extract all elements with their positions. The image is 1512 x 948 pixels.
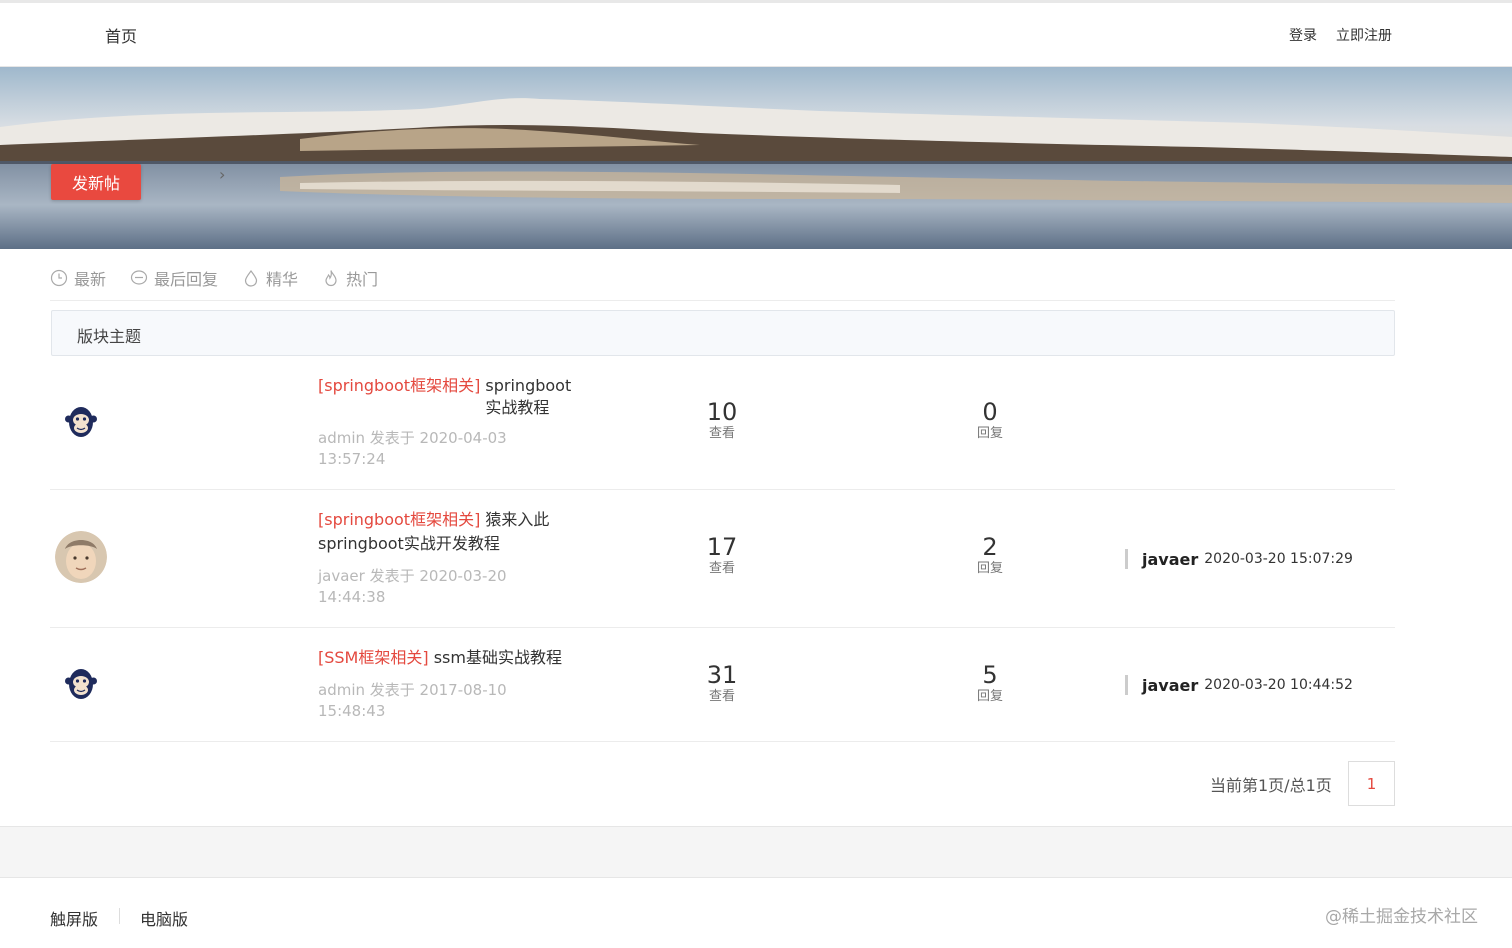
thread-author-date: javaer 发表于 2020-03-20: [318, 567, 507, 585]
flame-icon: [325, 270, 337, 287]
last-reply-marker: [1125, 675, 1128, 695]
landscape-banner-image: [0, 67, 1512, 249]
page-number-button[interactable]: 1: [1348, 761, 1395, 806]
replies-number: 0: [982, 398, 998, 426]
replies-label: 回复: [976, 689, 1003, 704]
divider: [50, 300, 1395, 301]
replies-number: 5: [982, 661, 998, 689]
forum-banner: › ›: [0, 67, 1512, 249]
filter-last-reply[interactable]: 最后回复: [130, 266, 218, 290]
thread-author-meta: javaer 发表于 2020-03-20 14:44:38: [318, 566, 507, 608]
views-label: 查看: [708, 689, 735, 704]
thread-title-link[interactable]: [springboot框架相关] 猿来入此 springboot实战开发教程: [318, 509, 618, 555]
thread-title-text: springboot 实战教程: [485, 375, 575, 419]
last-reply-info: javaer 2020-03-20 15:07:29: [1125, 549, 1353, 569]
section-title: 版块主题: [77, 327, 142, 346]
thread-title-line: 实战教程: [485, 398, 550, 417]
thread-title-line: 猿来入此: [485, 510, 550, 529]
views-label: 查看: [708, 561, 735, 576]
replies-label: 回复: [976, 561, 1003, 576]
section-header: 版块主题: [51, 310, 1395, 356]
thread-author-meta: admin 发表于 2017-08-10 15:48:43: [318, 680, 507, 722]
drop-icon: [244, 270, 258, 287]
thread-author-time: 14:44:38: [318, 588, 386, 606]
thread-author-date: admin 发表于 2017-08-10: [318, 681, 507, 699]
last-reply-user[interactable]: javaer: [1142, 676, 1198, 695]
monkey-avatar-icon[interactable]: [55, 656, 107, 708]
thread-filter-tabs: 最新 最后回复 精华 热门: [50, 266, 402, 290]
thread-category[interactable]: [springboot框架相关]: [318, 376, 480, 395]
nav-home-link[interactable]: 首页: [105, 23, 137, 47]
replies-count: 0 回复: [950, 398, 1030, 442]
filter-hot[interactable]: 热门: [322, 266, 378, 290]
thread-author-time: 13:57:24: [318, 450, 386, 468]
login-link[interactable]: 登录: [1289, 25, 1317, 45]
replies-count: 5 回复: [950, 661, 1030, 705]
clock-icon: [50, 269, 68, 287]
breadcrumb-chevron-icon: ›: [219, 165, 226, 184]
filter-latest[interactable]: 最新: [50, 266, 106, 290]
thread-title-link[interactable]: [springboot框架相关] springboot 实战教程: [318, 375, 588, 419]
thread-title-line: springboot: [485, 376, 572, 395]
thread-author-time: 15:48:43: [318, 702, 386, 720]
pagination-status: 当前第1页/总1页: [1210, 776, 1332, 795]
filter-label: 精华: [266, 270, 299, 289]
replies-label: 回复: [976, 426, 1003, 441]
thread-title-line: ssm基础实战教程: [433, 648, 562, 667]
watermark-text: @稀土掘金技术社区: [1325, 907, 1478, 927]
user-photo-avatar-icon[interactable]: [55, 531, 107, 583]
filter-label: 热门: [346, 270, 379, 289]
views-number: 17: [706, 533, 738, 561]
views-count: 17 查看: [682, 533, 762, 577]
chat-bubble-icon: [130, 270, 148, 285]
views-label: 查看: [708, 426, 735, 441]
thread-author-date: admin 发表于 2020-04-03: [318, 429, 507, 447]
thread-title-link[interactable]: [SSM框架相关] ssm基础实战教程: [318, 647, 638, 669]
replies-number: 2: [982, 533, 998, 561]
views-number: 31: [706, 661, 738, 689]
last-reply-time: 2020-03-20 15:07:29: [1204, 551, 1353, 567]
thread-row: [springboot框架相关] 猿来入此 springboot实战开发教程 j…: [50, 490, 1395, 628]
views-count: 31 查看: [682, 661, 762, 705]
views-number: 10: [706, 398, 738, 426]
touch-version-link[interactable]: 触屏版: [50, 906, 98, 930]
filter-label: 最后回复: [154, 270, 219, 289]
filter-label: 最新: [74, 270, 107, 289]
thread-category[interactable]: [SSM框架相关]: [318, 648, 429, 667]
footer-spacer: [0, 826, 1512, 878]
thread-row: [springboot框架相关] springboot 实战教程 admin 发…: [50, 356, 1395, 490]
thread-title-line: springboot实战开发教程: [318, 534, 500, 553]
top-navbar: 首页 登录 立即注册: [0, 0, 1512, 67]
last-reply-user[interactable]: javaer: [1142, 550, 1198, 569]
divider: [119, 908, 120, 924]
last-reply-info: javaer 2020-03-20 10:44:52: [1125, 675, 1353, 695]
thread-category[interactable]: [springboot框架相关]: [318, 510, 480, 529]
new-post-button[interactable]: 发新帖: [51, 164, 141, 200]
register-link[interactable]: 立即注册: [1336, 25, 1392, 45]
views-count: 10 查看: [682, 398, 762, 442]
monkey-avatar-icon[interactable]: [55, 394, 107, 446]
filter-featured[interactable]: 精华: [242, 266, 298, 290]
replies-count: 2 回复: [950, 533, 1030, 577]
pc-version-link[interactable]: 电脑版: [140, 906, 188, 930]
thread-author-meta: admin 发表于 2020-04-03 13:57:24: [318, 428, 507, 470]
footer: 触屏版 电脑版 @稀土掘金技术社区: [0, 878, 1512, 948]
last-reply-time: 2020-03-20 10:44:52: [1204, 677, 1353, 693]
last-reply-marker: [1125, 549, 1128, 569]
thread-row: [SSM框架相关] ssm基础实战教程 admin 发表于 2017-08-10…: [50, 628, 1395, 742]
